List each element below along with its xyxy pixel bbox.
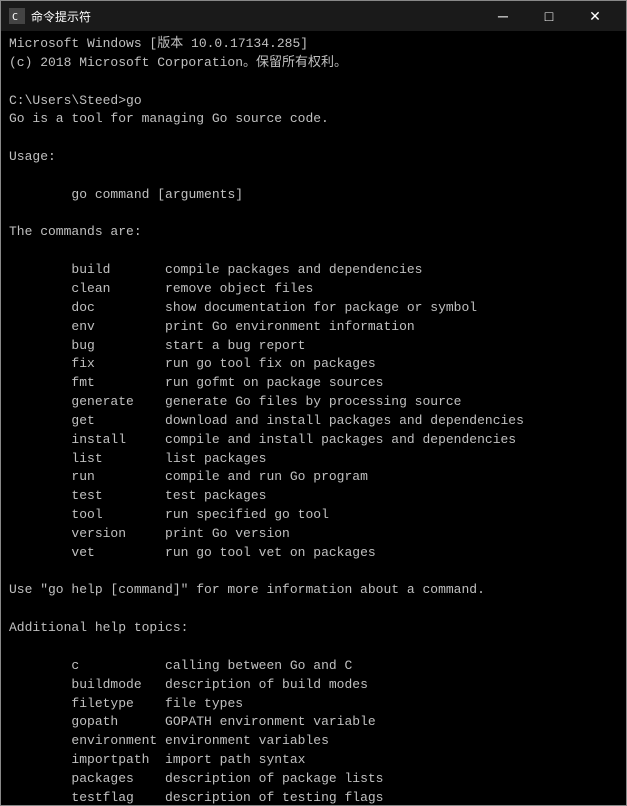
svg-text:C: C [12, 12, 18, 23]
terminal-text: Microsoft Windows [版本 10.0.17134.285] (c… [9, 35, 618, 805]
window-title: 命令提示符 [31, 8, 91, 25]
close-button[interactable]: ✕ [572, 1, 618, 31]
cmd-icon: C [9, 8, 25, 24]
minimize-button[interactable]: ─ [480, 1, 526, 31]
title-bar: C 命令提示符 ─ □ ✕ [1, 1, 626, 31]
maximize-button[interactable]: □ [526, 1, 572, 31]
cmd-window: C 命令提示符 ─ □ ✕ Microsoft Windows [版本 10.0… [0, 0, 627, 806]
terminal-content[interactable]: Microsoft Windows [版本 10.0.17134.285] (c… [1, 31, 626, 805]
window-controls: ─ □ ✕ [480, 1, 618, 31]
title-bar-left: C 命令提示符 [9, 8, 91, 25]
